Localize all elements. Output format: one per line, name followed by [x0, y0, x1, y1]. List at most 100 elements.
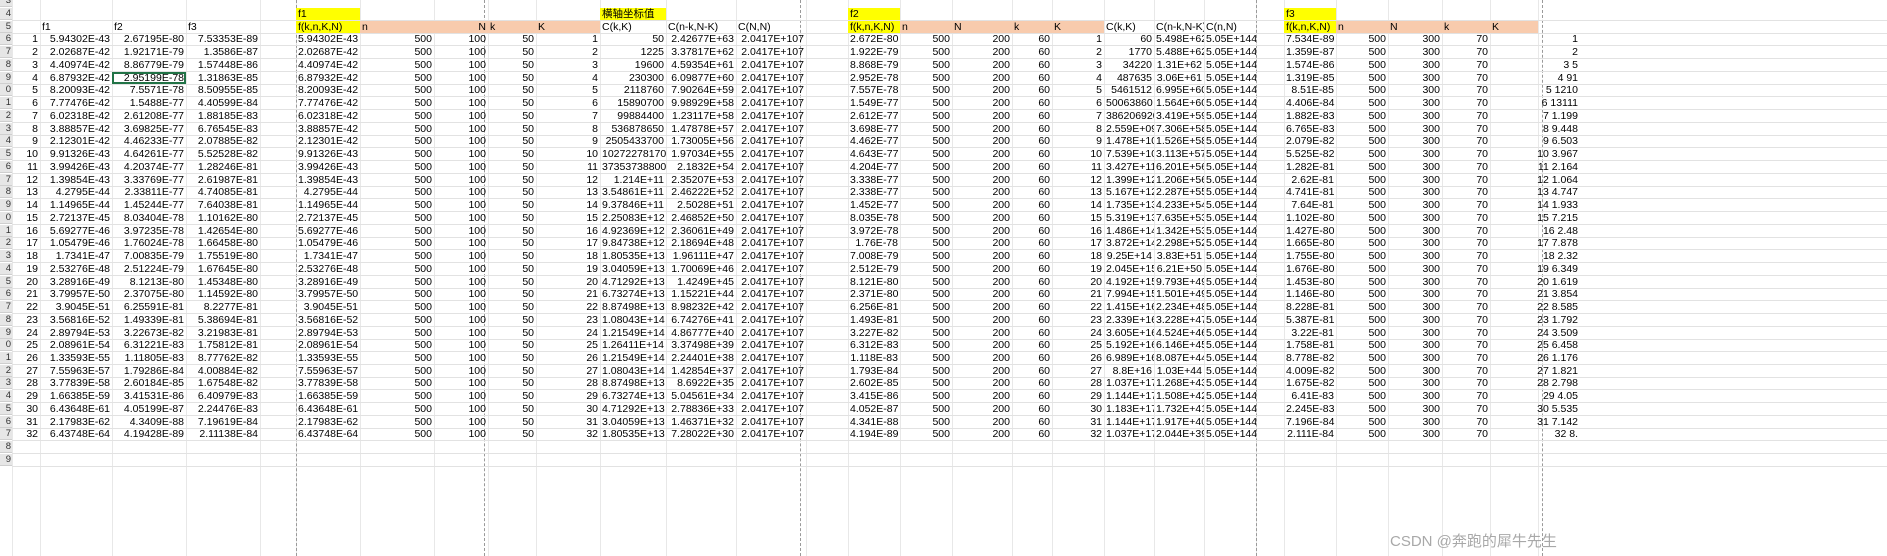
- ck-value-2[interactable]: 7.994E+15: [1104, 288, 1154, 300]
- value-f3[interactable]: 1.31863E-85: [186, 72, 260, 84]
- cnk-value-2[interactable]: 6.146E+45: [1154, 339, 1204, 351]
- cnn-value-1[interactable]: 2.0417E+107: [736, 250, 806, 262]
- ck-value-1[interactable]: 2505433700: [600, 135, 666, 147]
- param-n-3[interactable]: 500: [1336, 314, 1388, 326]
- cnn-value-1[interactable]: 2.0417E+107: [736, 123, 806, 135]
- param-k-3[interactable]: 70: [1442, 365, 1490, 377]
- row-index[interactable]: 16: [12, 225, 40, 237]
- fk-value-3[interactable]: 5.525E-82: [1284, 148, 1336, 160]
- param-K-2[interactable]: 17: [1052, 237, 1104, 249]
- cnk-value-2[interactable]: 8.087E+44: [1154, 352, 1204, 364]
- param-k-1[interactable]: 50: [488, 301, 536, 313]
- param-N-1[interactable]: 100: [434, 276, 488, 288]
- value-f2[interactable]: 2.33811E-77: [112, 186, 186, 198]
- row-header[interactable]: 2: [0, 364, 12, 377]
- ck-value-2[interactable]: 3.605E+16: [1104, 327, 1154, 339]
- row-index[interactable]: 19: [12, 263, 40, 275]
- fk-value-3[interactable]: 4.406E-84: [1284, 97, 1336, 109]
- ck-value-1[interactable]: 230300: [600, 72, 666, 84]
- param-K-2[interactable]: 6: [1052, 97, 1104, 109]
- param-N-2[interactable]: 200: [952, 250, 1012, 262]
- fk-value-3[interactable]: 7.534E-89: [1284, 33, 1336, 45]
- param-N-1[interactable]: 100: [434, 263, 488, 275]
- header-cnk-2[interactable]: C(n-k,N-K): [1154, 21, 1204, 33]
- param-k-1[interactable]: 50: [488, 148, 536, 160]
- param-K-3[interactable]: 28 2.798: [1490, 377, 1580, 389]
- param-K-3[interactable]: 2: [1490, 46, 1580, 58]
- value-f2[interactable]: 8.86779E-79: [112, 59, 186, 71]
- cnn-value-2[interactable]: 5.05E+144: [1204, 263, 1256, 275]
- param-N-3[interactable]: 300: [1388, 225, 1442, 237]
- param-n-3[interactable]: 500: [1336, 199, 1388, 211]
- value-f2[interactable]: 2.51224E-79: [112, 263, 186, 275]
- param-k-1[interactable]: 50: [488, 59, 536, 71]
- param-k-1[interactable]: 50: [488, 225, 536, 237]
- value-f2[interactable]: 7.00835E-79: [112, 250, 186, 262]
- value-f2[interactable]: 4.3409E-88: [112, 416, 186, 428]
- param-n-1[interactable]: 500: [360, 199, 434, 211]
- param-k-3[interactable]: 70: [1442, 416, 1490, 428]
- value-f3[interactable]: 1.42654E-80: [186, 225, 260, 237]
- param-N-1[interactable]: 100: [434, 377, 488, 389]
- value-f2[interactable]: 4.19428E-89: [112, 428, 186, 440]
- param-K-2[interactable]: 23: [1052, 314, 1104, 326]
- param-n-2[interactable]: 500: [900, 84, 952, 96]
- param-k-1[interactable]: 50: [488, 123, 536, 135]
- param-K-2[interactable]: 1: [1052, 33, 1104, 45]
- param-n-3[interactable]: 500: [1336, 237, 1388, 249]
- param-N-3[interactable]: 300: [1388, 46, 1442, 58]
- cnk-value-2[interactable]: 1.342E+53: [1154, 225, 1204, 237]
- param-n-3[interactable]: 500: [1336, 225, 1388, 237]
- cnn-value-1[interactable]: 2.0417E+107: [736, 97, 806, 109]
- cnk-value-1[interactable]: 6.09877E+60: [666, 72, 736, 84]
- cnk-value-1[interactable]: 2.1832E+54: [666, 161, 736, 173]
- ck-value-2[interactable]: 1.144E+17: [1104, 390, 1154, 402]
- param-N-2[interactable]: 200: [952, 301, 1012, 313]
- row-header[interactable]: 4: [0, 390, 12, 403]
- ck-value-1[interactable]: 1.21549E+14: [600, 327, 666, 339]
- cnk-value-1[interactable]: 2.46222E+52: [666, 186, 736, 198]
- param-n-2[interactable]: 500: [900, 276, 952, 288]
- cnk-value-1[interactable]: 5.04561E+34: [666, 390, 736, 402]
- param-N-2[interactable]: 200: [952, 174, 1012, 186]
- cnk-value-2[interactable]: 3.83E+51: [1154, 250, 1204, 262]
- cnn-value-2[interactable]: 5.05E+144: [1204, 352, 1256, 364]
- cnn-value-2[interactable]: 5.05E+144: [1204, 327, 1256, 339]
- row-index[interactable]: 17: [12, 237, 40, 249]
- param-n-3[interactable]: 500: [1336, 97, 1388, 109]
- param-N-3[interactable]: 300: [1388, 72, 1442, 84]
- param-k-2[interactable]: 60: [1012, 276, 1052, 288]
- param-K-3[interactable]: 31 7.142: [1490, 416, 1580, 428]
- param-n-3[interactable]: 500: [1336, 416, 1388, 428]
- param-K-1[interactable]: 23: [536, 314, 600, 326]
- cnk-value-1[interactable]: 1.96111E+47: [666, 250, 736, 262]
- param-n-3[interactable]: 500: [1336, 250, 1388, 262]
- param-K-1[interactable]: 25: [536, 339, 600, 351]
- param-N-2[interactable]: 200: [952, 403, 1012, 415]
- fk-value-1[interactable]: 4.2795E-44: [296, 186, 360, 198]
- param-K-1[interactable]: 21: [536, 288, 600, 300]
- row-index[interactable]: 22: [12, 301, 40, 313]
- cnk-value-1[interactable]: 2.5028E+51: [666, 199, 736, 211]
- param-k-1[interactable]: 50: [488, 237, 536, 249]
- param-k-1[interactable]: 50: [488, 84, 536, 96]
- param-k-2[interactable]: 60: [1012, 352, 1052, 364]
- selected-cell[interactable]: 2.95199E-78: [112, 71, 186, 84]
- value-f3[interactable]: 3.21983E-81: [186, 327, 260, 339]
- fk-value-3[interactable]: 5.387E-81: [1284, 314, 1336, 326]
- value-f1[interactable]: 2.89794E-53: [40, 327, 112, 339]
- param-n-2[interactable]: 500: [900, 161, 952, 173]
- ck-value-2[interactable]: 3.427E+11: [1104, 161, 1154, 173]
- fk-value-2[interactable]: 2.512E-79: [848, 263, 900, 275]
- ck-value-1[interactable]: 3.04059E+13: [600, 416, 666, 428]
- fk-value-3[interactable]: 1.676E-80: [1284, 263, 1336, 275]
- param-k-3[interactable]: 70: [1442, 225, 1490, 237]
- param-k-3[interactable]: 70: [1442, 390, 1490, 402]
- param-N-1[interactable]: 100: [434, 33, 488, 45]
- param-K-1[interactable]: 24: [536, 327, 600, 339]
- param-N-3[interactable]: 300: [1388, 123, 1442, 135]
- ck-value-2[interactable]: 1.415E+16: [1104, 301, 1154, 313]
- ck-value-2[interactable]: 50063860: [1104, 97, 1154, 109]
- cnn-value-1[interactable]: 2.0417E+107: [736, 225, 806, 237]
- param-K-1[interactable]: 13: [536, 186, 600, 198]
